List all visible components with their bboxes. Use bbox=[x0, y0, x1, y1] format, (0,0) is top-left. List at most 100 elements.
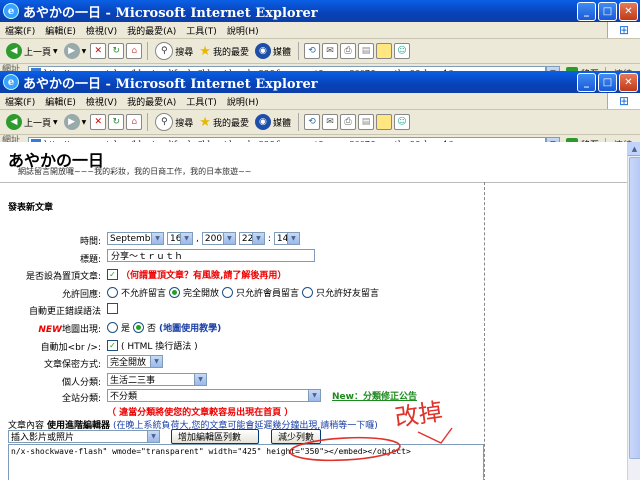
sticky-label: 是否設為置頂文章: bbox=[25, 272, 101, 282]
comments-radio-friends[interactable] bbox=[302, 287, 314, 298]
mail-icon[interactable]: ✉ bbox=[321, 114, 338, 130]
chevron-down-icon: ▼ bbox=[150, 356, 162, 367]
print-icon[interactable]: ⎙ bbox=[339, 43, 356, 59]
subject-input[interactable]: 分享～ｔｒｕｔｈ bbox=[107, 249, 315, 262]
personal-category-select[interactable]: 生活二三事 ▼ bbox=[107, 373, 207, 386]
page-content: あやかの一日 網誌留言開放囉~~~我的彩妝，我的日商工作，我的日本旅遊~~ 發表… bbox=[0, 142, 627, 480]
favorites-button[interactable]: ★ 我的最愛 bbox=[197, 44, 251, 59]
close-button[interactable]: ✕ bbox=[619, 73, 638, 92]
map-radio-yes[interactable] bbox=[107, 322, 118, 333]
sticky-note: （何謂置頂文章？有風險,請了解後再用） bbox=[121, 271, 287, 281]
site-category-select[interactable]: 不分類 ▼ bbox=[107, 389, 321, 402]
subject-label: 標題: bbox=[79, 255, 101, 265]
minimize-button[interactable]: _ bbox=[577, 2, 596, 21]
scroll-up-icon[interactable]: ▲ bbox=[628, 142, 640, 156]
stop-icon[interactable]: ✕ bbox=[90, 114, 107, 130]
discuss-icon[interactable] bbox=[375, 114, 392, 130]
day-select[interactable]: 16 ▼ bbox=[167, 232, 193, 245]
menu-favorites[interactable]: 我的最愛(A) bbox=[122, 95, 181, 108]
sidebar-divider bbox=[484, 182, 485, 480]
content-toolbar: 插入影片或照片 ▼ 增加編輯區列數 減少列數 bbox=[8, 429, 322, 444]
blog-subtitle: 網誌留言開放囉~~~我的彩妝，我的日商工作，我的日本旅遊~~ bbox=[18, 167, 252, 176]
back-button[interactable]: ◀ 上一頁 ▼ bbox=[4, 114, 60, 130]
chevron-down-icon: ▼ bbox=[222, 233, 235, 244]
maximize-button[interactable]: □ bbox=[598, 73, 617, 92]
minute-select[interactable]: 14 ▼ bbox=[273, 232, 300, 245]
forward-button[interactable]: ▶ ▼ bbox=[62, 43, 89, 59]
history-icon[interactable]: ⟲ bbox=[303, 114, 320, 130]
chevron-down-icon: ▼ bbox=[251, 233, 264, 244]
close-button[interactable]: ✕ bbox=[619, 2, 638, 21]
refresh-icon[interactable]: ↻ bbox=[108, 43, 125, 59]
menu-tools[interactable]: 工具(T) bbox=[181, 24, 222, 37]
autocorrect-checkbox[interactable] bbox=[107, 303, 118, 314]
menu-edit[interactable]: 編輯(E) bbox=[40, 24, 81, 37]
home-icon[interactable]: ⌂ bbox=[126, 114, 143, 130]
window-title: あやかの一日 - Microsoft Internet Explorer bbox=[23, 5, 318, 21]
search-button[interactable]: ⚲ 搜尋 bbox=[153, 42, 195, 60]
messenger-icon[interactable]: ☺ bbox=[393, 114, 410, 130]
star-icon: ★ bbox=[199, 114, 211, 130]
edit-icon[interactable]: ▤ bbox=[357, 43, 374, 59]
chevron-down-icon: ▼ bbox=[308, 390, 320, 401]
favorites-button[interactable]: ★ 我的最愛 bbox=[197, 115, 251, 130]
menu-help[interactable]: 說明(H) bbox=[222, 95, 264, 108]
edit-icon[interactable]: ▤ bbox=[357, 114, 374, 130]
media-button[interactable]: ◉ 媒體 bbox=[253, 43, 293, 59]
menu-edit[interactable]: 編輯(E) bbox=[40, 95, 81, 108]
media-icon: ◉ bbox=[254, 43, 271, 59]
chevron-down-icon: ▼ bbox=[180, 233, 192, 244]
history-icon[interactable]: ⟲ bbox=[303, 43, 320, 59]
back-arrow-icon: ◀ bbox=[6, 43, 22, 59]
vertical-scrollbar[interactable]: ▲ bbox=[627, 142, 640, 480]
comments-radio-members[interactable] bbox=[222, 287, 234, 298]
reduce-rows-button[interactable]: 減少列數 bbox=[271, 429, 322, 444]
forward-button[interactable]: ▶ ▼ bbox=[62, 114, 89, 130]
print-icon[interactable]: ⎙ bbox=[339, 114, 356, 130]
map-help-link[interactable]: (地圖使用教學) bbox=[159, 321, 221, 334]
title-bar: e あやかの一日 - Microsoft Internet Explorer _… bbox=[0, 0, 640, 22]
sticky-checkbox[interactable]: ✓ bbox=[107, 269, 118, 280]
menu-file[interactable]: 檔案(F) bbox=[0, 95, 40, 108]
menu-file[interactable]: 檔案(F) bbox=[0, 24, 40, 37]
home-icon[interactable]: ⌂ bbox=[126, 43, 143, 59]
new-badge: NEW bbox=[38, 325, 62, 335]
comments-radio-open[interactable] bbox=[169, 287, 181, 298]
time-row: September ▼ 16 ▼ , 2007 ▼ 22 ▼ : 14 ▼ bbox=[107, 232, 300, 245]
category-notice-link[interactable]: New：分類修正公告 bbox=[332, 389, 417, 402]
stop-icon[interactable]: ✕ bbox=[90, 43, 107, 59]
menu-help[interactable]: 說明(H) bbox=[222, 24, 264, 37]
month-select[interactable]: September ▼ bbox=[107, 232, 164, 245]
year-select[interactable]: 2007 ▼ bbox=[201, 232, 236, 245]
discuss-icon[interactable] bbox=[375, 43, 392, 59]
site-category-note-row: （ 違當分類將使您的文章較容易出現在首頁 ） bbox=[107, 405, 293, 418]
site-category-note: （ 違當分類將使您的文章較容易出現在首頁 ） bbox=[107, 408, 294, 418]
map-radio-no[interactable] bbox=[133, 322, 145, 333]
enlarge-editor-button[interactable]: 增加編輯區列數 bbox=[171, 429, 259, 444]
forward-arrow-icon: ▶ bbox=[63, 43, 80, 59]
back-button[interactable]: ◀ 上一頁 ▼ bbox=[4, 43, 60, 59]
messenger-icon[interactable]: ☺ bbox=[393, 43, 410, 59]
window-title: あやかの一日 - Microsoft Internet Explorer bbox=[23, 76, 318, 92]
refresh-icon[interactable]: ↻ bbox=[108, 114, 125, 130]
star-icon: ★ bbox=[199, 43, 211, 59]
content-textarea[interactable]: n/x-shockwave-flash" wmode="transparent"… bbox=[8, 444, 484, 480]
insert-media-select[interactable]: 插入影片或照片 ▼ bbox=[8, 430, 160, 443]
autobr-checkbox[interactable]: ✓ bbox=[107, 340, 118, 351]
toolbar: ◀ 上一頁 ▼ ▶ ▼ ✕ ↻ ⌂ ⚲ 搜尋 ★ 我的最愛 ◉ 媒體 ⟲ ✉ ⎙ ▤ ☺ bbox=[0, 110, 640, 135]
menu-view[interactable]: 檢視(V) bbox=[81, 24, 122, 37]
mail-icon[interactable]: ✉ bbox=[321, 43, 338, 59]
comments-label: 允許回應: bbox=[61, 290, 101, 300]
privacy-select[interactable]: 完全開放 ▼ bbox=[107, 355, 163, 368]
chevron-down-icon: ▼ bbox=[194, 374, 206, 385]
search-button[interactable]: ⚲ 搜尋 bbox=[153, 113, 195, 131]
menu-view[interactable]: 檢視(V) bbox=[81, 95, 122, 108]
maximize-button[interactable]: □ bbox=[598, 2, 617, 21]
comments-radio-none[interactable] bbox=[107, 287, 118, 298]
media-button[interactable]: ◉ 媒體 bbox=[253, 114, 293, 130]
minimize-button[interactable]: _ bbox=[577, 73, 596, 92]
scroll-thumb[interactable] bbox=[629, 157, 640, 459]
menu-tools[interactable]: 工具(T) bbox=[181, 95, 222, 108]
menu-favorites[interactable]: 我的最愛(A) bbox=[122, 24, 181, 37]
hour-select[interactable]: 22 ▼ bbox=[238, 232, 265, 245]
